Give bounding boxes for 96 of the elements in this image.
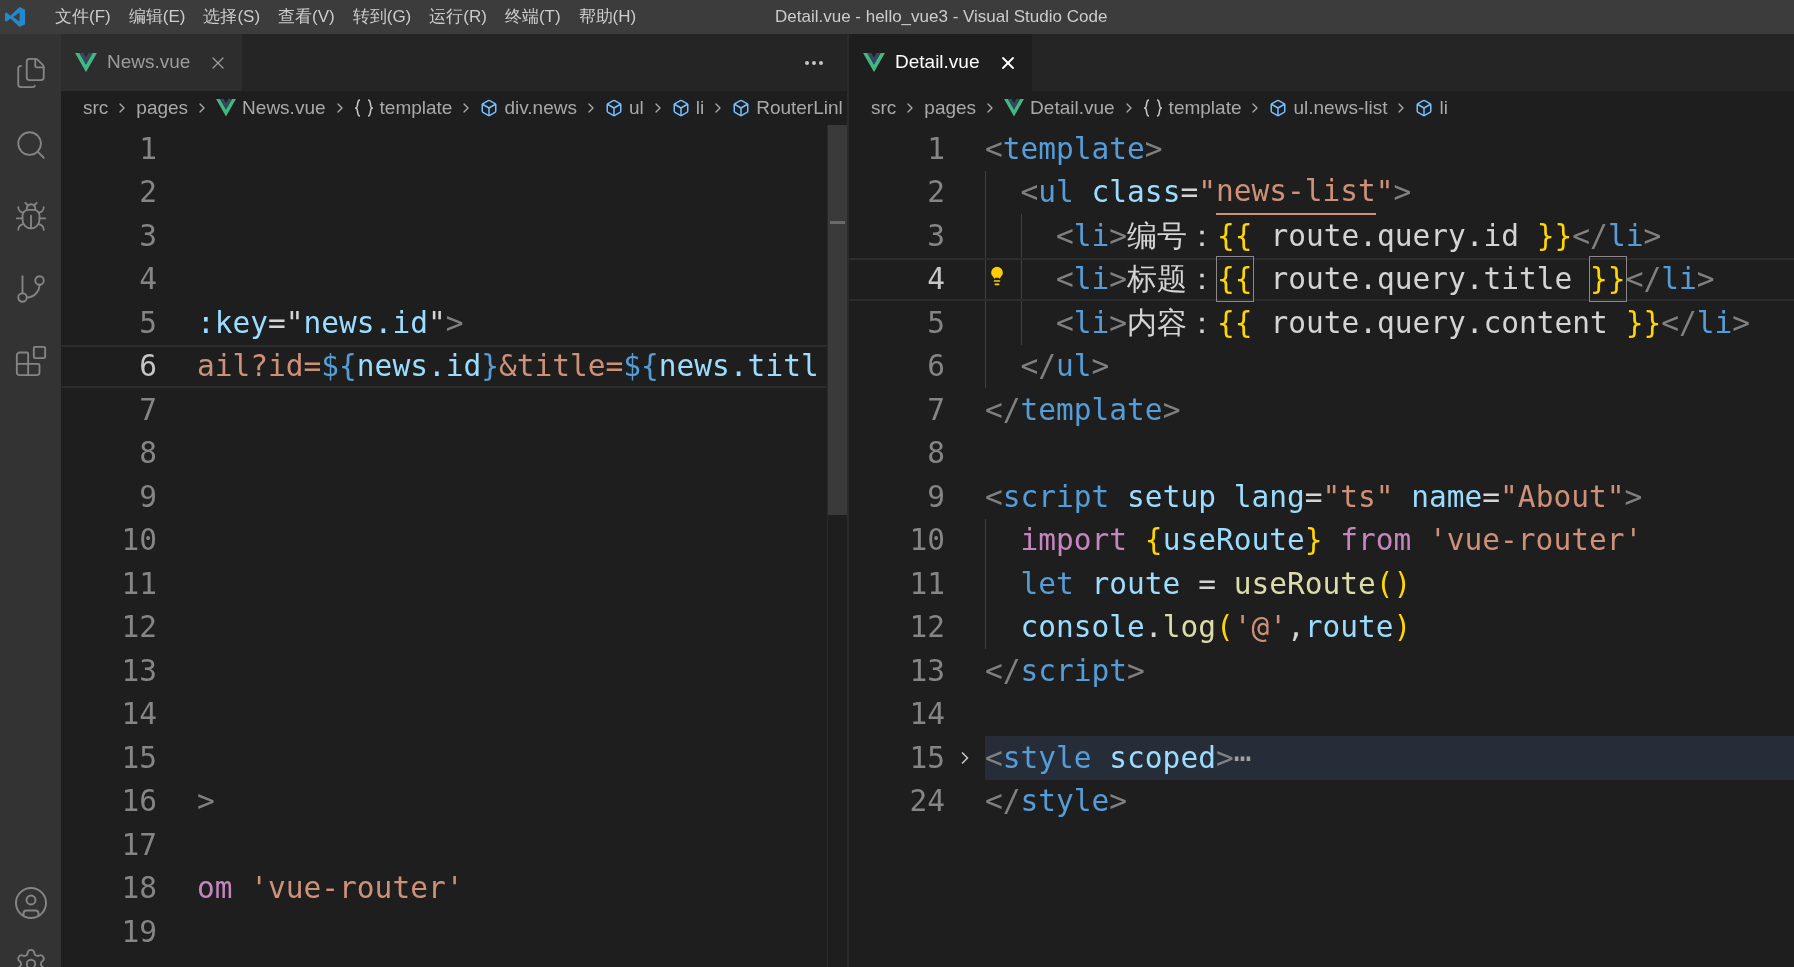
line-number: 10 (908, 522, 945, 560)
cube-icon (604, 99, 623, 117)
line-number: 1 (138, 130, 157, 168)
code-line: <li>编号：{{ route.query.id }}</li> (1055, 217, 1662, 255)
breadcrumb-item[interactable]: li (695, 93, 705, 123)
breadcrumb-item[interactable]: div.news (504, 93, 577, 123)
braces-icon (353, 99, 374, 117)
more-icon (805, 60, 823, 65)
line-number: 10 (120, 522, 157, 560)
breadcrumb-item[interactable]: src (871, 93, 897, 123)
line-number: 14 (120, 696, 157, 734)
menu-item[interactable]: 编辑(E) (119, 4, 195, 30)
line-number: 5 (138, 304, 157, 342)
account-icon[interactable] (12, 885, 49, 921)
line-number: 8 (926, 435, 945, 473)
line-number: 15 (908, 739, 945, 777)
breadcrumb-item[interactable]: News.vue (242, 93, 326, 123)
cube-icon (480, 99, 499, 117)
line-number: 16 (120, 783, 157, 821)
line-number: 17 (120, 826, 157, 864)
line-number: 15 (120, 739, 157, 777)
breadcrumb-item[interactable]: ul (628, 93, 644, 123)
line-number: 13 (120, 652, 157, 690)
line-number: 18 (120, 870, 157, 908)
editor-tab[interactable]: News.vue (61, 34, 243, 91)
line-number: 11 (120, 565, 157, 603)
line-number: 6 (926, 348, 945, 386)
scrollbar[interactable] (827, 125, 847, 967)
breadcrumb-item[interactable]: template (379, 93, 453, 123)
more-actions-button[interactable] (805, 60, 823, 65)
breadcrumb-item[interactable]: RouterLinl (756, 93, 843, 123)
menu-item[interactable]: 选择(S) (194, 4, 270, 30)
line-number: 1 (926, 130, 945, 168)
editor-tab[interactable]: Detail.vue (849, 34, 1032, 91)
code-line: <ul class="news-list"> (985, 170, 1412, 214)
vue-file-icon (863, 52, 885, 73)
cube-icon (1415, 99, 1434, 117)
code-line: om 'vue-router' (197, 870, 464, 908)
code-line: ail?id=${news.id}&title=${news.titl (197, 348, 819, 386)
code-line: <li>内容：{{ route.query.content }}</li> (1055, 304, 1750, 342)
line-number: 9 (138, 478, 157, 516)
menu-item[interactable]: 运行(R) (420, 4, 496, 30)
line-number: 9 (926, 478, 945, 516)
cube-icon (671, 99, 690, 117)
vue-file-icon (216, 99, 237, 117)
line-number: 24 (908, 783, 945, 821)
braces-icon (1142, 99, 1163, 117)
line-number: 13 (908, 652, 945, 690)
line-number: 4 (138, 261, 157, 299)
breadcrumb-item[interactable]: Detail.vue (1030, 93, 1115, 123)
line-number: 7 (138, 391, 157, 429)
line-number: 2 (926, 174, 945, 212)
breadcrumb-item[interactable]: template (1168, 93, 1242, 123)
cube-icon (1269, 99, 1288, 117)
code-line: </ul> (1019, 348, 1110, 386)
breadcrumb-item[interactable]: pages (136, 93, 189, 123)
code-line: console.log('@',route) (1019, 609, 1412, 647)
line-number: 6 (138, 348, 157, 386)
line-number: 2 (138, 174, 157, 212)
code-line: :key="news.id"> (197, 304, 464, 342)
line-number: 12 (908, 609, 945, 647)
line-number: 3 (138, 217, 157, 255)
line-number: 11 (908, 565, 945, 603)
line-number: 12 (120, 609, 157, 647)
window-title: Detail.vue - hello_vue3 - Visual Studio Code (775, 6, 1108, 29)
line-number: 19 (120, 913, 157, 951)
line-number: 8 (138, 435, 157, 473)
line-number: 5 (926, 304, 945, 342)
code-line: > (197, 783, 215, 821)
code-line: <script setup lang="ts" name="About"> (985, 478, 1643, 516)
code-line: </template> (985, 391, 1181, 429)
code-line: </style> (985, 783, 1128, 821)
run-debug-icon[interactable] (13, 200, 48, 234)
breadcrumb-item[interactable]: li (1439, 93, 1448, 123)
code-line: <template> (985, 130, 1163, 168)
vue-file-icon (75, 52, 97, 73)
vue-file-icon (1004, 99, 1025, 117)
code-line: </script> (985, 652, 1145, 690)
code-line: let route = useRoute() (1019, 565, 1412, 603)
app-logo-icon (4, 6, 26, 28)
code-line: import {useRoute} from 'vue-router' (1019, 522, 1643, 560)
breadcrumb-item[interactable]: src (83, 93, 109, 123)
menu-item[interactable]: 终端(T) (495, 4, 570, 30)
menu-item[interactable]: 文件(F) (46, 4, 120, 30)
menu-item[interactable]: 帮助(H) (569, 4, 646, 30)
cube-icon (732, 99, 751, 117)
breadcrumb-item[interactable]: ul.news-list (1293, 93, 1388, 123)
line-number: 4 (926, 261, 945, 299)
menu-item[interactable]: 查看(V) (269, 4, 344, 30)
extensions-icon[interactable] (13, 344, 48, 378)
menu-item[interactable]: 转到(G) (343, 4, 421, 30)
breadcrumb-item[interactable]: pages (924, 93, 977, 123)
line-number: 7 (926, 391, 945, 429)
line-number: 14 (908, 696, 945, 734)
code-line: <li>标题：{{ route.query.title }}</li> (985, 259, 1715, 299)
line-number: 3 (926, 217, 945, 255)
